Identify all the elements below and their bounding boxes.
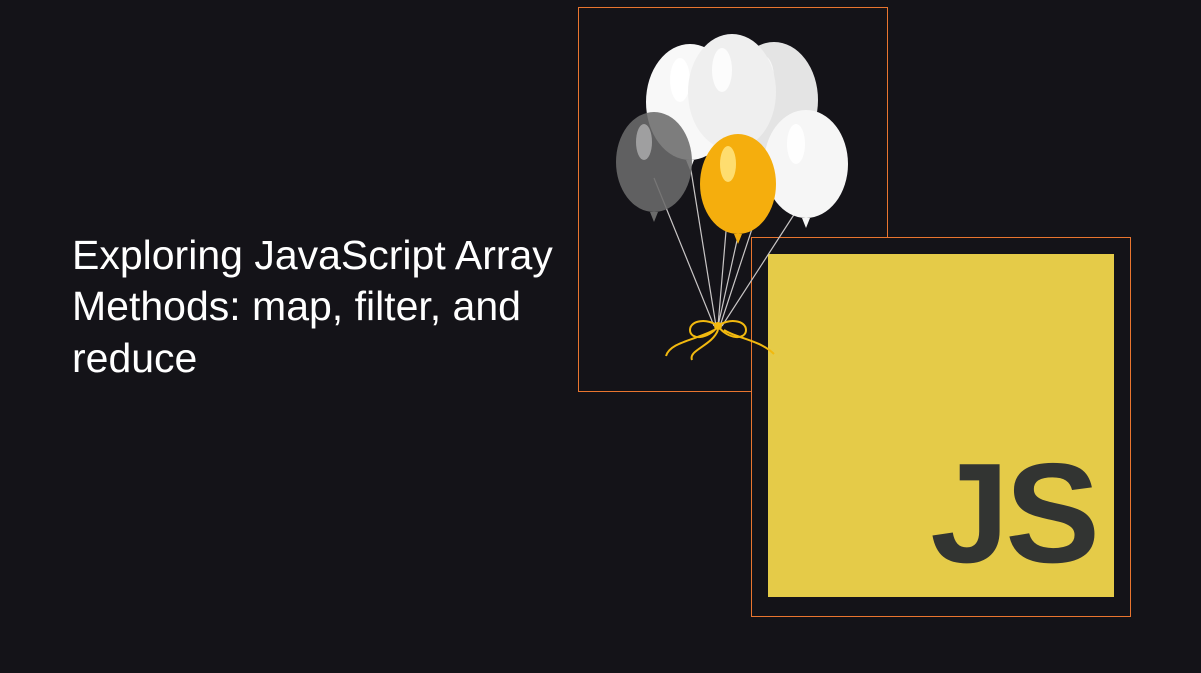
- page-title: Exploring JavaScript Array Methods: map,…: [72, 230, 592, 384]
- balloons-icon: [598, 30, 868, 380]
- javascript-logo-text: JS: [930, 443, 1096, 585]
